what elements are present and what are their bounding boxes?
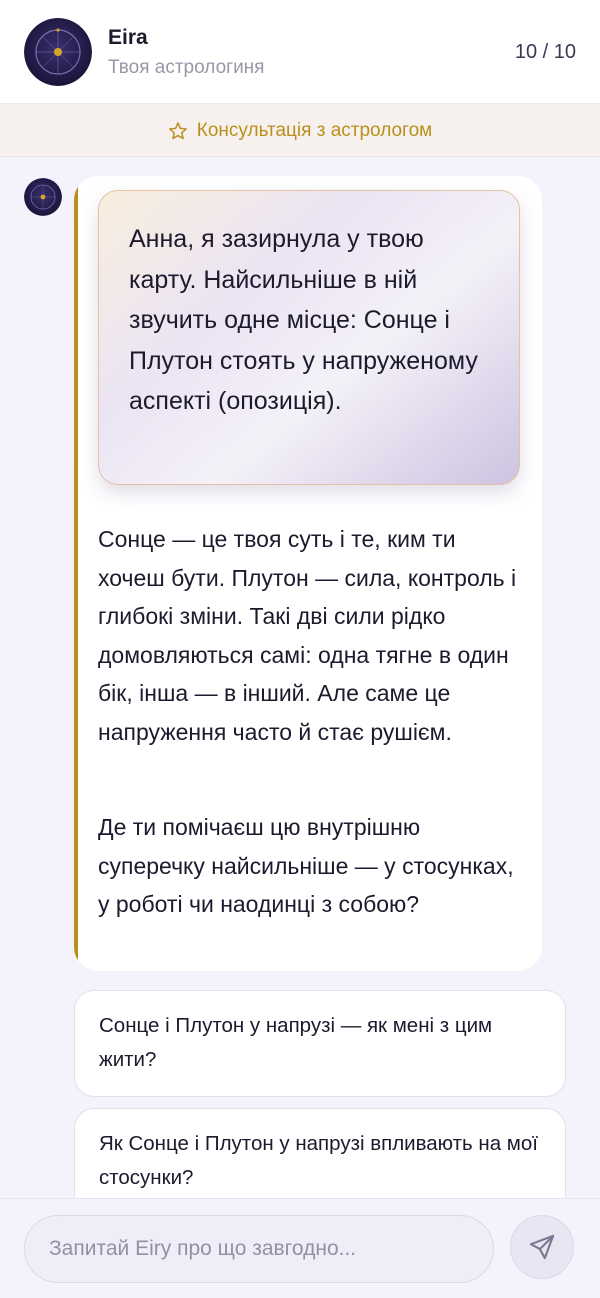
input-bar (0, 1198, 600, 1298)
astrology-avatar (24, 18, 92, 86)
message-paragraph: Сонце — це твоя суть і те, ким ти хочеш … (98, 526, 517, 745)
bot-avatar (24, 178, 62, 216)
consultation-banner[interactable]: Консультація з астрологом (0, 105, 600, 157)
star-outline-icon (168, 121, 187, 139)
app-header: Eira Твоя астрологиня 10 / 10 (0, 0, 600, 104)
bot-message: Анна, я зазирнула у твою карту. Найсильн… (74, 176, 542, 971)
send-button[interactable] (510, 1215, 574, 1279)
send-icon (529, 1234, 555, 1260)
message-counter: 10 / 10 (514, 41, 576, 63)
message-highlight: Анна, я зазирнула у твою карту. Найсильн… (98, 190, 520, 485)
app-subtitle: Твоя астрологиня (108, 57, 265, 78)
message-input[interactable] (24, 1215, 494, 1283)
app-title: Eira (108, 26, 148, 49)
message-question: Де ти помічаєш цю внутрішню суперечку на… (98, 814, 514, 917)
banner-label: Консультація з астрологом (196, 119, 433, 141)
suggestion-chip[interactable]: Сонце і Плутон у напрузі — як мені з цим… (74, 990, 566, 1097)
